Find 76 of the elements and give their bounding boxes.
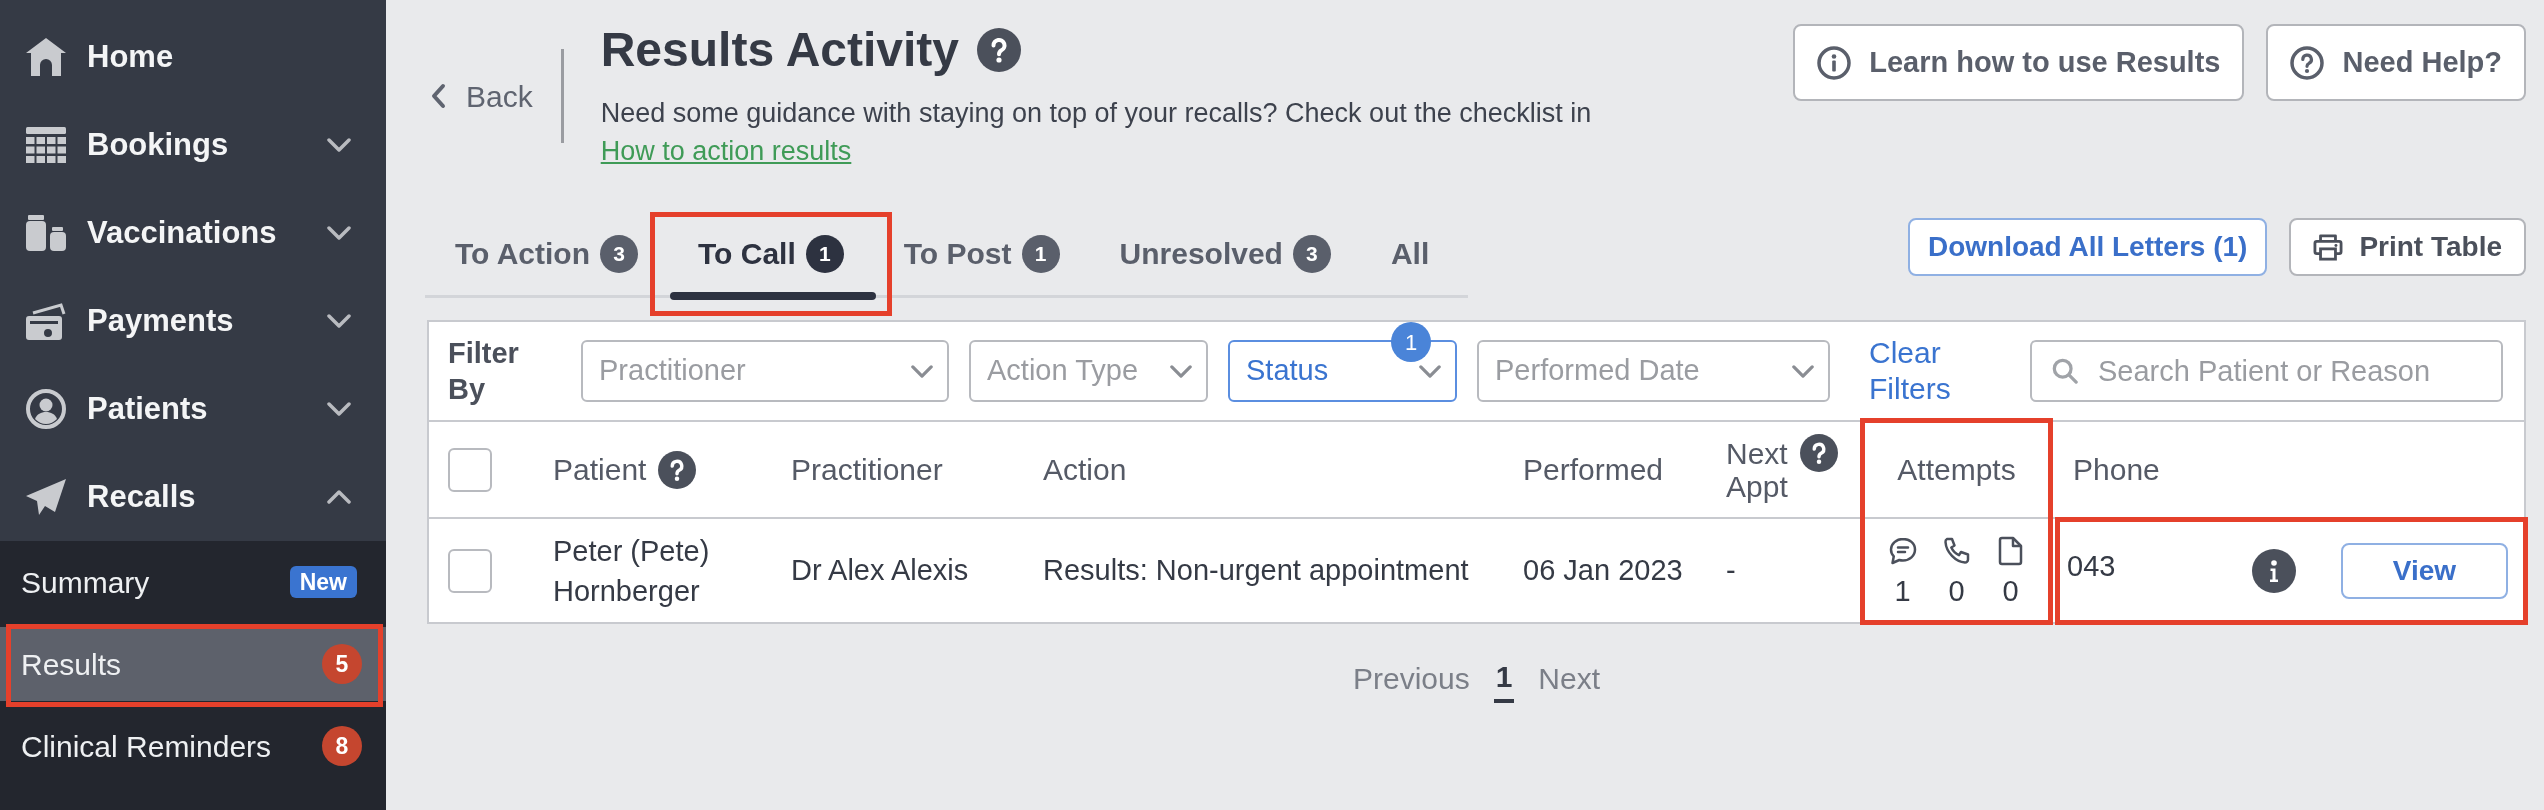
tab[interactable]: All	[1360, 211, 1460, 300]
nav-item[interactable]: Bookings	[0, 101, 386, 189]
guide-button[interactable]: Learn how to use Results	[1793, 24, 2245, 101]
filter-label: Filter By	[448, 336, 520, 407]
submenu-item[interactable]: Clinical Reminders 8	[0, 709, 386, 783]
page-link[interactable]: 1	[1493, 654, 1515, 703]
nav-item[interactable]: Vaccinations	[0, 189, 386, 277]
help-icon	[2290, 45, 2325, 80]
count-badge: 1	[1021, 234, 1060, 273]
tab[interactable]: To Action 3	[425, 211, 668, 300]
column-header: Phone	[2073, 452, 2160, 488]
info-icon[interactable]	[2252, 548, 2296, 593]
submenu-item[interactable]: Results 5	[0, 627, 386, 701]
next-link[interactable]: Next	[1538, 656, 1601, 701]
previous-link[interactable]: Previous	[1352, 656, 1470, 701]
page-title: Results Activity	[600, 22, 960, 78]
tag-badge: New	[289, 566, 357, 598]
house-icon	[26, 38, 66, 76]
column-header: Attempts	[1897, 452, 2016, 488]
bottles-icon	[26, 215, 66, 251]
phone-icon	[1941, 535, 1972, 566]
search-field[interactable]: Search Patient or Reason	[2030, 340, 2503, 402]
count-badge: 8	[322, 726, 362, 766]
table-cell-text: Results: Non-urgent appointment	[1043, 552, 1469, 588]
nav-item[interactable]: Recalls	[0, 453, 386, 541]
count-badge: 3	[1292, 234, 1331, 273]
column-header: Performed	[1523, 452, 1664, 488]
count-badge: 1	[805, 234, 844, 273]
credit-card-icon	[26, 302, 66, 340]
table-grid-icon	[26, 127, 66, 163]
tab[interactable]: Unresolved 3	[1089, 211, 1361, 300]
table-cell-text: -	[1726, 552, 1736, 588]
nav-item[interactable]: Payments	[0, 277, 386, 365]
document-icon	[1997, 535, 2024, 566]
paper-plane-icon	[26, 479, 66, 515]
phone-number: 043	[2067, 548, 2116, 584]
back-button[interactable]: Back	[430, 73, 533, 119]
chevron-down-icon	[1419, 364, 1441, 378]
printer-icon	[2313, 233, 2344, 261]
view-button[interactable]: View	[2341, 542, 2508, 599]
nav-item[interactable]: Patients	[0, 365, 386, 453]
help-icon[interactable]	[1799, 433, 1838, 472]
attempt-count: 0	[2002, 575, 2019, 606]
attempt-count: 0	[1948, 575, 1965, 606]
table-cell-text: 06 Jan 2023	[1523, 552, 1683, 588]
help-button[interactable]: Need Help?	[2266, 24, 2526, 101]
guidance-text: Need some guidance with staying on top of your recalls? Check out the checklist in How to action results	[600, 97, 1593, 168]
row-checkbox[interactable]	[448, 548, 492, 593]
select-all-checkbox[interactable]	[448, 447, 492, 492]
clear-filters-link[interactable]: Clear Filters	[1869, 335, 1951, 407]
chevron-down-icon	[1792, 364, 1814, 378]
submenu-item[interactable]: Summary New	[0, 545, 386, 619]
print-button[interactable]: Print Table	[2289, 218, 2526, 276]
count-badge: 1	[1391, 322, 1431, 362]
count-badge: 3	[600, 234, 638, 273]
column-header: Next Appt	[1726, 436, 1788, 503]
column-header: Patient	[553, 452, 647, 488]
tab[interactable]: To Post 1	[873, 211, 1090, 300]
table-cell-text: Dr Alex Alexis	[791, 552, 969, 588]
help-icon[interactable]	[977, 28, 1022, 72]
info-icon	[1817, 45, 1852, 80]
column-header: Practitioner	[791, 452, 943, 488]
chat-bubble-icon	[1887, 535, 1918, 566]
attempt-count: 1	[1894, 575, 1911, 606]
chevron-left-icon	[430, 83, 446, 109]
download-button[interactable]: Download All Letters (1)	[1907, 218, 2268, 276]
tab[interactable]: To Call 1	[668, 211, 874, 300]
user-circle-icon	[26, 389, 66, 429]
nav-item[interactable]: Home	[0, 13, 386, 101]
table-cell-text: Peter (Pete) Hornberger	[553, 533, 711, 609]
chevron-down-icon	[911, 364, 933, 378]
chevron-down-icon	[1170, 364, 1192, 378]
count-badge: 5	[322, 644, 362, 684]
help-icon[interactable]	[658, 450, 697, 489]
search-icon	[2052, 358, 2078, 384]
column-header: Action	[1043, 452, 1127, 488]
